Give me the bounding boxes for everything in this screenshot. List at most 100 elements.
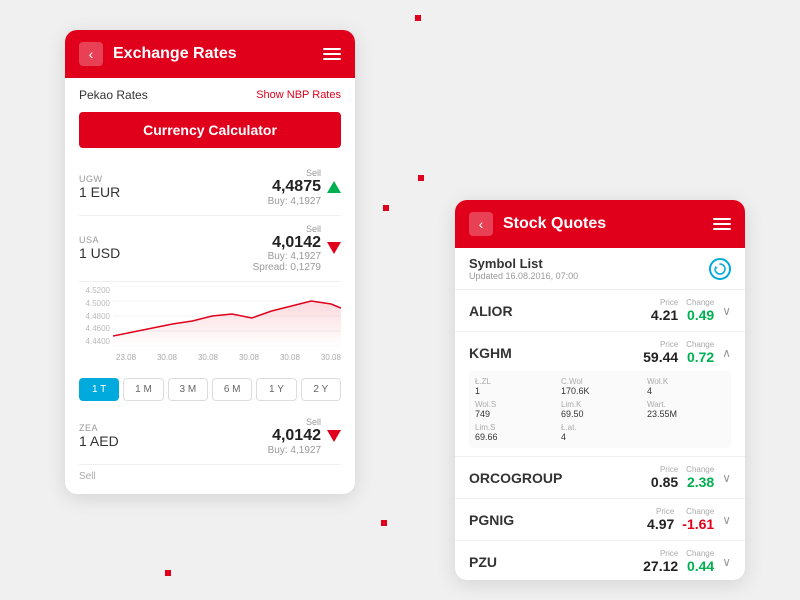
kghm-change: 0.72 [686, 349, 714, 365]
chart-x-axis: 23.08 30.08 30.08 30.08 30.08 30.08 [79, 353, 341, 362]
pzu-name: PZU [469, 554, 497, 570]
time-1m-button[interactable]: 1 M [123, 378, 163, 401]
stock-body: Symbol List Updated 16.08.2016, 07:00 AL… [455, 248, 745, 580]
wols-label: Wol.S [475, 400, 553, 409]
refresh-button[interactable] [709, 258, 731, 280]
time-2y-button[interactable]: 2 Y [301, 378, 341, 401]
aed-buy-value: Buy: 4,1927 [268, 445, 321, 456]
orcogroup-change: 2.38 [686, 474, 714, 490]
symbol-list-info: Symbol List Updated 16.08.2016, 07:00 [469, 256, 578, 281]
stock-menu-icon[interactable] [713, 218, 731, 230]
pzu-stock-row[interactable]: PZU Price 27.12 Change 0.44 ∨ [455, 541, 745, 580]
currency-calculator-button[interactable]: Currency Calculator [79, 112, 341, 148]
orcogroup-right: Price 0.85 Change 2.38 ∨ [651, 465, 731, 490]
alior-change-block: Change 0.49 [686, 298, 714, 323]
y-label: 4.5000 [79, 299, 110, 308]
time-1t-button[interactable]: 1 T [79, 378, 119, 401]
lims-value: 69.66 [475, 432, 553, 442]
orcogroup-stock-row[interactable]: ORCOGROUP Price 0.85 Change 2.38 ∨ [455, 457, 745, 499]
menu-line [323, 58, 341, 60]
refresh-icon [714, 263, 726, 275]
stock-header-left: ‹ Stock Quotes [469, 212, 606, 236]
kghm-wart-block: Wart. 23.55M [647, 400, 725, 419]
alior-right: Price 4.21 Change 0.49 ∨ [651, 298, 731, 323]
pzu-change-label: Change [686, 549, 714, 558]
alior-change: 0.49 [686, 307, 714, 323]
pgnig-change-label: Change [682, 507, 714, 516]
x-label: 30.08 [239, 353, 259, 362]
usd-row: USA 1 USD Sell 4,0142 Buy: 4,1927 Spread… [79, 216, 341, 283]
stock-back-button[interactable]: ‹ [469, 212, 493, 236]
next-sell-label: Sell [79, 471, 96, 482]
kghm-wolk-block: Wol.K 4 [647, 377, 725, 396]
usd-sell-value: 4,0142 [253, 234, 321, 252]
eur-row: UGW 1 EUR Sell 4,4875 Buy: 4,1927 [79, 160, 341, 216]
symbol-list-header: Symbol List Updated 16.08.2016, 07:00 [455, 248, 745, 290]
alior-stock-row[interactable]: ALIOR Price 4.21 Change 0.49 ∨ [455, 290, 745, 332]
menu-icon[interactable] [323, 48, 341, 60]
exchange-chart: 4.5200 4.5000 4.4800 4.4600 4.4400 [79, 282, 341, 372]
pgnig-change-block: Change -1.61 [682, 507, 714, 532]
alior-price-block: Price 4.21 [651, 298, 678, 323]
next-currency-hint: Sell [79, 465, 341, 484]
pgnig-price-label: Price [647, 507, 674, 516]
chart-y-axis: 4.5200 4.5000 4.4800 4.4600 4.4400 [79, 286, 113, 346]
alior-name: ALIOR [469, 303, 513, 319]
show-nbp-button[interactable]: Show NBP Rates [256, 89, 341, 101]
lzl-value: 1 [475, 386, 553, 396]
pgnig-name: PGNIG [469, 512, 514, 528]
pzu-change: 0.44 [686, 558, 714, 574]
y-label: 4.4400 [79, 337, 110, 346]
alior-change-label: Change [686, 298, 714, 307]
y-label: 4.4600 [79, 324, 110, 333]
pgnig-right: Price 4.97 Change -1.61 ∨ [647, 507, 731, 532]
kghm-stock-row[interactable]: KGHM Price 59.44 Change 0.72 ∧ Ł.ZL [455, 332, 745, 457]
decorative-dot [418, 175, 424, 181]
decorative-dot [383, 205, 389, 211]
usd-region: USA [79, 235, 120, 245]
eur-sell-value: 4,4875 [268, 178, 321, 196]
kghm-change-block: Change 0.72 [686, 340, 714, 365]
aed-info: ZEA 1 AED [79, 423, 119, 449]
kghm-right: Price 59.44 Change 0.72 ∧ [643, 340, 731, 365]
aed-price-block: Sell 4,0142 Buy: 4,1927 [268, 417, 321, 456]
usd-sell-label: Sell [253, 224, 321, 234]
x-label: 30.08 [157, 353, 177, 362]
y-label: 4.4800 [79, 312, 110, 321]
alior-price: 4.21 [651, 307, 678, 323]
wolk-value: 4 [647, 386, 725, 396]
time-period-buttons: 1 T 1 M 3 M 6 M 1 Y 2 Y [79, 372, 341, 409]
cwol-label: C.Wol [561, 377, 639, 386]
wart-label: Wart. [647, 400, 725, 409]
usd-buy-value: Buy: 4,1927 [253, 251, 321, 262]
pzu-price: 27.12 [643, 558, 678, 574]
tat-label: Ł.at. [561, 423, 639, 432]
back-button[interactable]: ‹ [79, 42, 103, 66]
pgnig-stock-row[interactable]: PGNIG Price 4.97 Change -1.61 ∨ [455, 499, 745, 541]
tat-value: 4 [561, 432, 639, 442]
usd-name: 1 USD [79, 245, 120, 261]
orcogroup-change-block: Change 2.38 [686, 465, 714, 490]
aed-name: 1 AED [79, 433, 119, 449]
aed-region: ZEA [79, 423, 119, 433]
wolk-label: Wol.K [647, 377, 725, 386]
time-6m-button[interactable]: 6 M [212, 378, 252, 401]
time-1y-button[interactable]: 1 Y [256, 378, 296, 401]
aed-sell-value: 4,0142 [268, 427, 321, 445]
pzu-right: Price 27.12 Change 0.44 ∨ [643, 549, 731, 574]
symbol-list-updated: Updated 16.08.2016, 07:00 [469, 271, 578, 281]
kghm-top: KGHM Price 59.44 Change 0.72 ∧ [469, 340, 731, 365]
rates-row: Pekao Rates Show NBP Rates [79, 88, 341, 102]
kghm-details: Ł.ZL 1 C.Wol 170.6K Wol.K 4 Wol.S 749 Li… [469, 371, 731, 448]
pekao-label: Pekao Rates [79, 88, 148, 102]
alior-price-label: Price [651, 298, 678, 307]
aed-trend-down-icon [327, 430, 341, 442]
usd-info: USA 1 USD [79, 235, 120, 261]
alior-chevron-down-icon: ∨ [722, 304, 731, 318]
exchange-rates-card: ‹ Exchange Rates Pekao Rates Show NBP Ra… [65, 30, 355, 494]
pgnig-price-block: Price 4.97 [647, 507, 674, 532]
time-3m-button[interactable]: 3 M [168, 378, 208, 401]
usd-values: Sell 4,0142 Buy: 4,1927 Spread: 0,1279 [253, 224, 341, 274]
eur-price-block: Sell 4,4875 Buy: 4,1927 [268, 168, 321, 207]
pgnig-chevron-down-icon: ∨ [722, 513, 731, 527]
